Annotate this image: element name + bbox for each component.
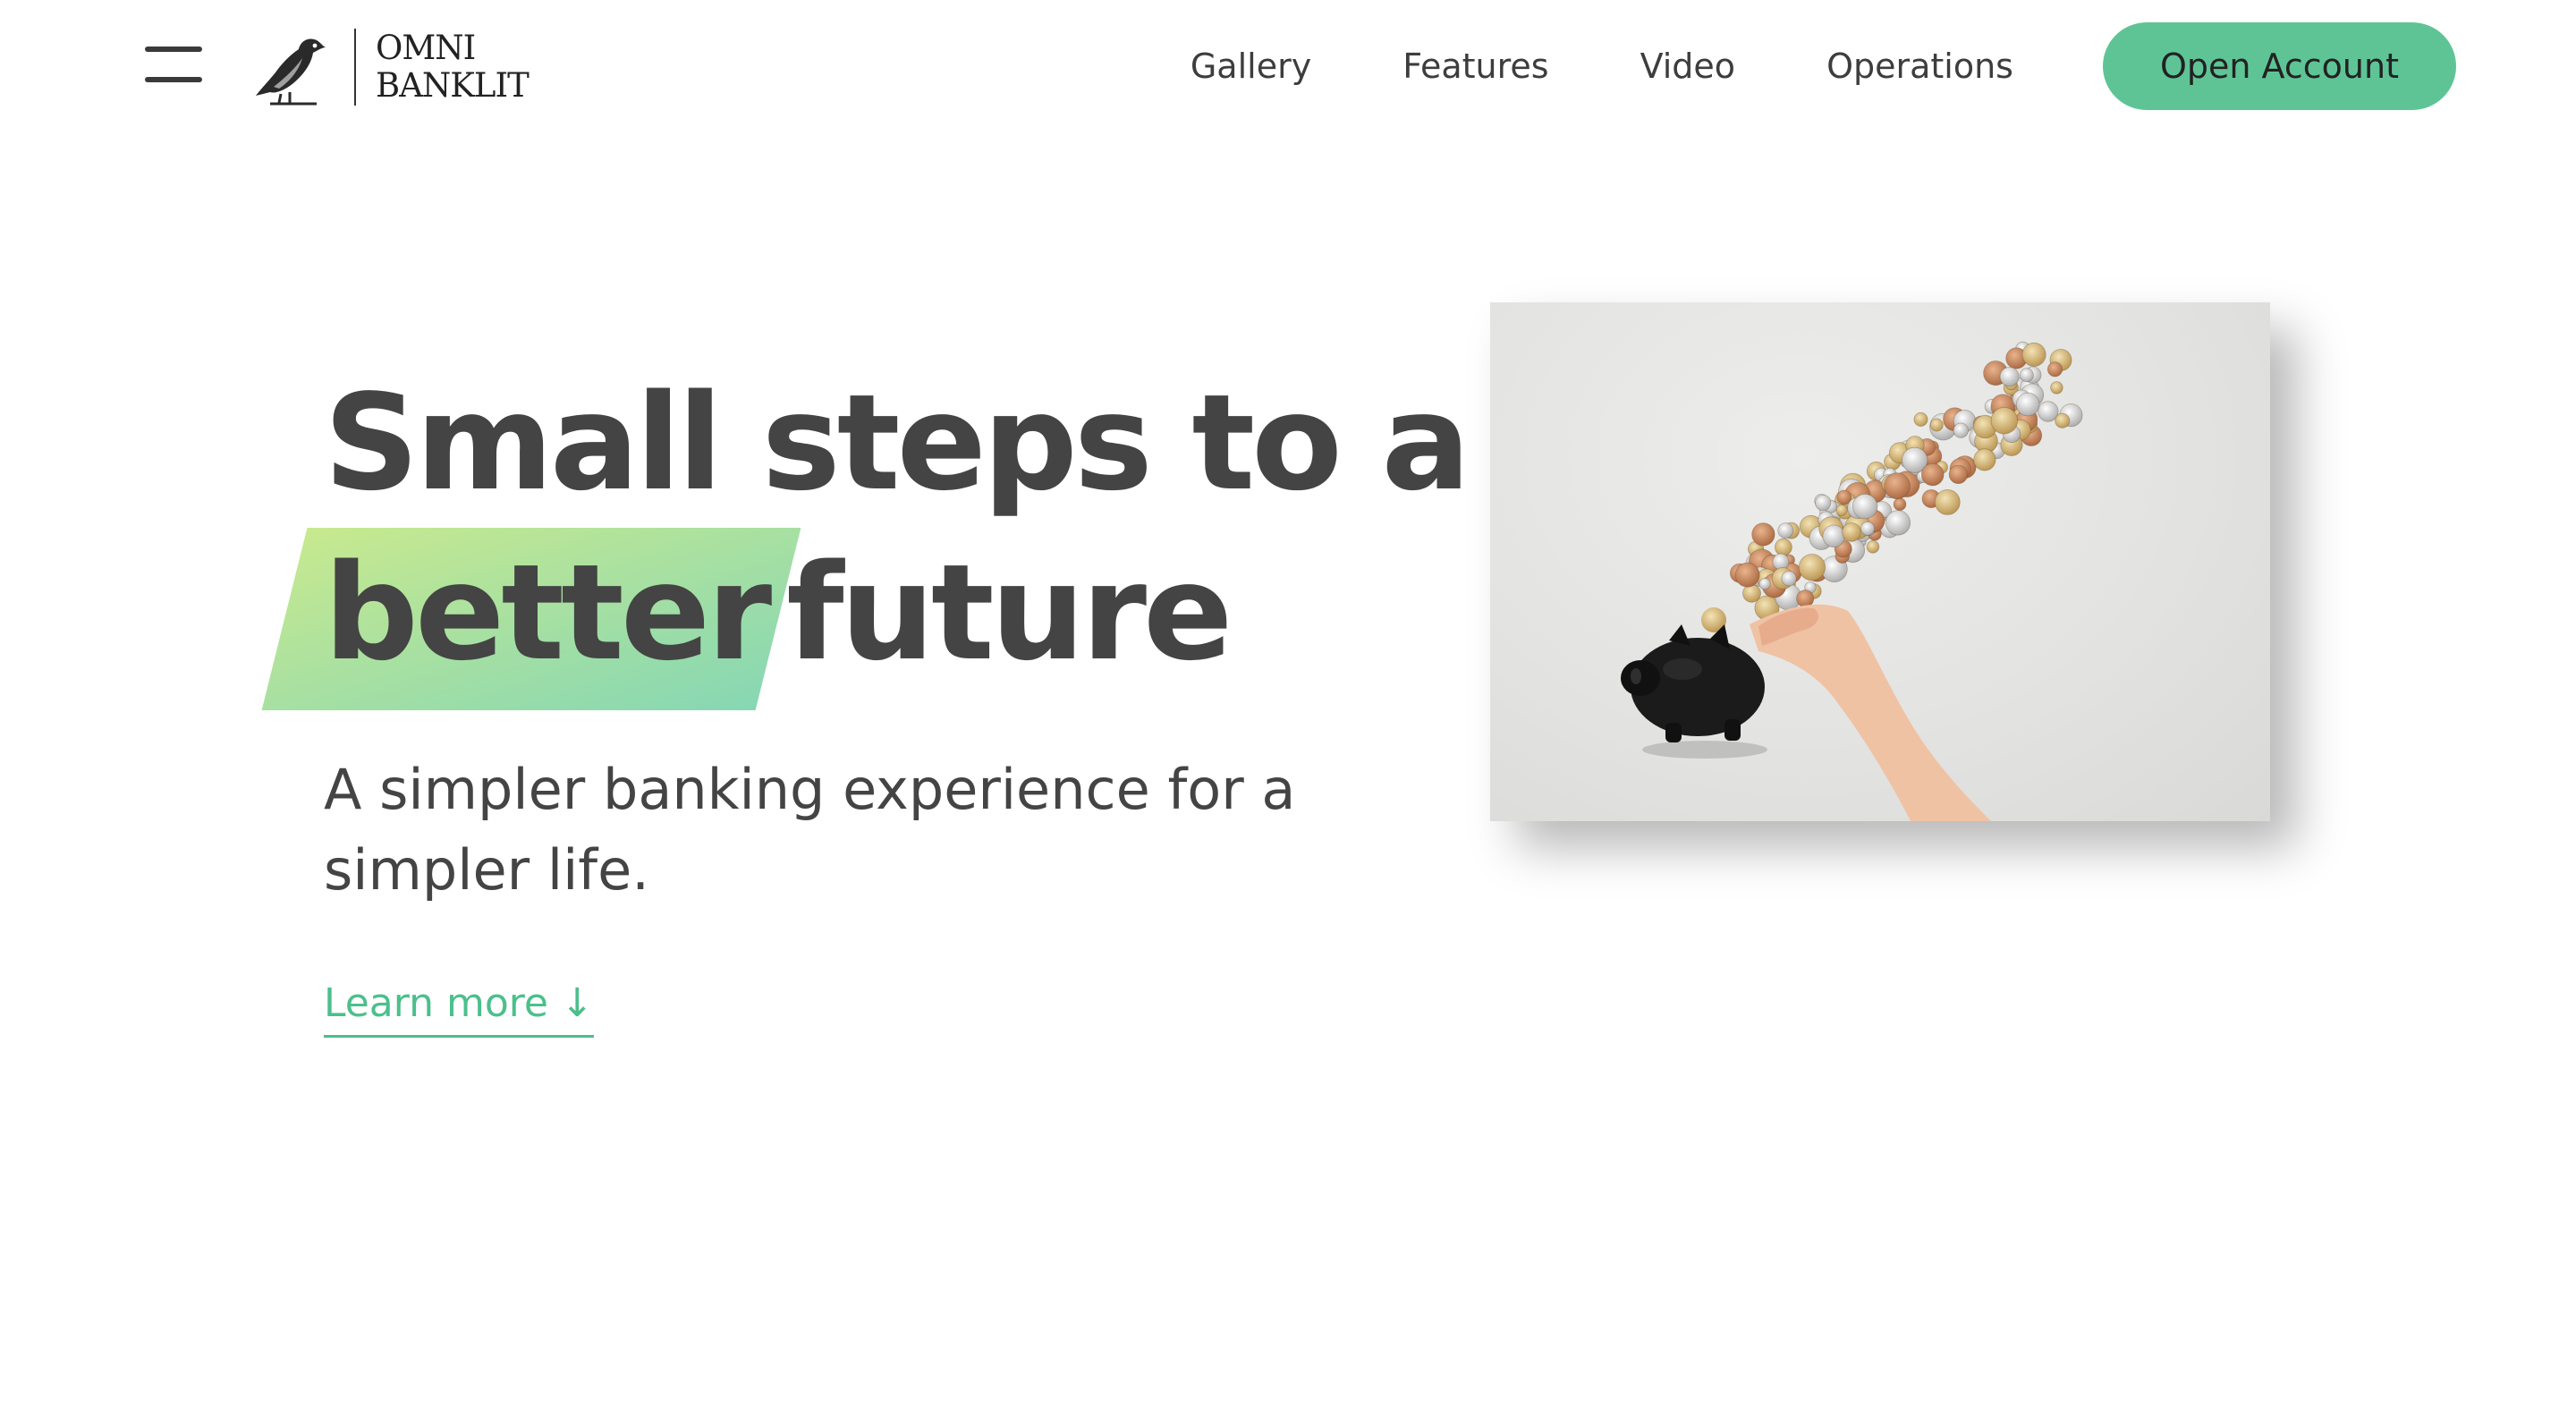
coin bbox=[1781, 571, 1797, 587]
hero-title: Small steps to a better future bbox=[261, 358, 1470, 710]
main-nav: Gallery Features Video Operations Open A… bbox=[1191, 0, 2456, 132]
hero-title-highlight-text: better bbox=[324, 536, 772, 690]
coin bbox=[2050, 381, 2063, 394]
coin bbox=[1934, 488, 1961, 515]
coin bbox=[2015, 392, 2040, 417]
brand-name-line1: OMNI bbox=[376, 29, 476, 67]
coin bbox=[1990, 407, 2019, 435]
coin bbox=[2046, 361, 2063, 377]
hero-title-line1: Small steps to a bbox=[324, 366, 1470, 520]
coin bbox=[1953, 422, 1969, 438]
site-header: OMNI BANKLIT Gallery Features Video Oper… bbox=[0, 0, 2576, 134]
coin bbox=[1822, 524, 1845, 547]
coin bbox=[1734, 562, 1760, 588]
brand-name: OMNI BANKLIT bbox=[376, 29, 530, 105]
coin bbox=[1929, 418, 1944, 432]
nav-link-video[interactable]: Video bbox=[1640, 47, 1735, 86]
coin bbox=[1774, 538, 1792, 556]
coin bbox=[1893, 497, 1907, 512]
nav-link-operations[interactable]: Operations bbox=[1826, 47, 2013, 86]
brand-logo[interactable]: OMNI BANKLIT bbox=[254, 27, 530, 107]
coin bbox=[1758, 578, 1771, 590]
hero-subtitle: A simpler banking experience for a simpl… bbox=[324, 757, 1296, 903]
hero-title-highlight: better bbox=[261, 528, 801, 710]
coin bbox=[1796, 589, 1815, 608]
coin bbox=[1973, 448, 1996, 471]
coin bbox=[1860, 521, 1875, 536]
coin bbox=[1852, 493, 1878, 520]
coin bbox=[1885, 510, 1911, 536]
coin bbox=[1751, 522, 1775, 547]
coin bbox=[1835, 504, 1848, 516]
coin bbox=[1920, 462, 1945, 487]
coins-cluster bbox=[1729, 341, 2083, 621]
coin bbox=[2055, 412, 2071, 428]
piggy-bank bbox=[1621, 624, 1767, 759]
coin bbox=[1815, 495, 1832, 512]
coin bbox=[1884, 472, 1911, 500]
coin bbox=[1777, 522, 1794, 539]
open-account-button[interactable]: Open Account bbox=[2102, 22, 2456, 110]
coin bbox=[1772, 553, 1790, 571]
coin bbox=[1913, 411, 1928, 427]
coin bbox=[2020, 368, 2034, 383]
hero-image-piggy-bank bbox=[1490, 302, 2270, 821]
hero-title-line2: better future bbox=[261, 528, 1467, 710]
coin bbox=[2021, 342, 2046, 367]
logo-divider bbox=[354, 29, 356, 106]
bird-logo-icon bbox=[256, 38, 326, 106]
piggy-bank-illustration bbox=[1621, 341, 2083, 821]
coin bbox=[1999, 367, 2020, 387]
learn-more-link[interactable]: Learn more ↓ bbox=[324, 980, 594, 1038]
nav-link-features[interactable]: Features bbox=[1402, 47, 1548, 86]
coin bbox=[1798, 554, 1826, 581]
hero-title-rest: future bbox=[786, 536, 1233, 690]
coin bbox=[1866, 539, 1880, 554]
hamburger-menu-icon[interactable] bbox=[141, 45, 206, 86]
nav-link-gallery[interactable]: Gallery bbox=[1191, 47, 1311, 86]
brand-name-line2: BANKLIT bbox=[376, 66, 530, 105]
coin bbox=[1948, 464, 1969, 485]
coin bbox=[1842, 522, 1861, 542]
